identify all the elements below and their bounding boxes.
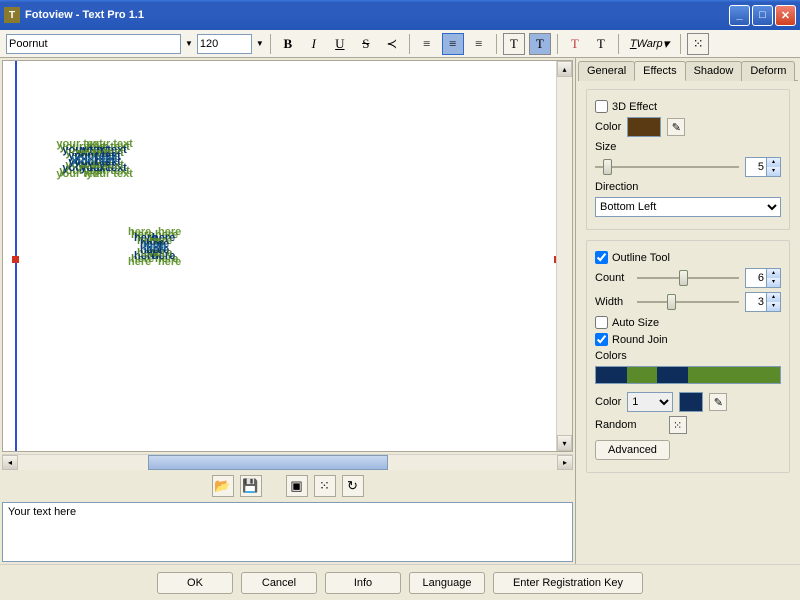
ok-button[interactable]: OK (157, 572, 233, 594)
dice-button[interactable]: ⁙ (687, 33, 709, 55)
colors-label: Colors (595, 350, 627, 362)
register-button[interactable]: Enter Registration Key (493, 572, 643, 594)
text-bg-button[interactable]: T (590, 33, 612, 55)
outline-width-label: Width (595, 296, 631, 308)
text-box1-button[interactable]: T (503, 33, 525, 55)
3d-size-label: Size (595, 141, 616, 153)
text-line-2: here (143, 241, 166, 253)
roundjoin-checkbox[interactable] (595, 333, 608, 346)
text-color-button[interactable]: T (564, 33, 586, 55)
outline-color-index[interactable]: 1 (627, 392, 673, 412)
language-button[interactable]: Language (409, 572, 485, 594)
random-icon[interactable]: ⁙ (314, 475, 336, 497)
random-label: Random (595, 419, 637, 431)
3d-color-swatch[interactable] (627, 117, 661, 137)
italic-button[interactable]: I (303, 33, 325, 55)
tab-deform[interactable]: Deform (741, 61, 795, 81)
eyedropper-icon[interactable]: ✎ (709, 393, 727, 411)
outline-count-slider[interactable] (637, 268, 739, 288)
close-button[interactable]: ✕ (775, 5, 796, 26)
3d-direction-label: Direction (595, 181, 638, 193)
panel-tabs: General Effects Shadow Deform (578, 60, 798, 81)
tab-general[interactable]: General (578, 61, 635, 81)
format-toolbar: ▼ ▼ B I U S ≺ ≡ ≡ ≡ T T T T T Warp ▾ ⁙ (0, 30, 800, 58)
eyedropper-icon[interactable]: ✎ (667, 118, 685, 136)
align-center-button[interactable]: ≡ (442, 33, 464, 55)
app-icon: T (4, 7, 20, 23)
slant-button[interactable]: ≺ (381, 33, 403, 55)
minimize-button[interactable]: _ (729, 5, 750, 26)
bold-button[interactable]: B (277, 33, 299, 55)
dice-icon[interactable]: ⁙ (669, 416, 687, 434)
maximize-button[interactable]: □ (752, 5, 773, 26)
3d-size-spin[interactable]: ▴▾ (745, 157, 781, 177)
3d-color-label: Color (595, 121, 621, 133)
3d-effect-label: 3D Effect (612, 101, 657, 113)
strike-button[interactable]: S (355, 33, 377, 55)
align-left-button[interactable]: ≡ (416, 33, 438, 55)
refresh-icon[interactable]: ↻ (342, 475, 364, 497)
titlebar: T Fotoview - Text Pro 1.1 _ □ ✕ (0, 0, 800, 30)
text-line-1: your text (71, 153, 117, 165)
group-3d-effect: 3D Effect Color ✎ Size ▴▾ Direction Bott… (586, 89, 790, 230)
3d-direction-select[interactable]: Bottom Left (595, 197, 781, 217)
outline-width-spin[interactable]: ▴▾ (745, 292, 781, 312)
canvas-toolbar: 📂 💾 ▣ ⁙ ↻ (0, 472, 575, 500)
horizontal-scrollbar[interactable]: ◂ ▸ (2, 454, 573, 470)
styled-text[interactable]: your text here (23, 91, 166, 267)
text-input[interactable]: Your text here (2, 502, 573, 562)
underline-button[interactable]: U (329, 33, 351, 55)
vertical-scrollbar[interactable]: ▴ ▾ (556, 61, 572, 451)
dialog-buttons: OK Cancel Info Language Enter Registrati… (0, 564, 800, 600)
outline-color-swatch[interactable] (679, 392, 703, 412)
align-right-button[interactable]: ≡ (468, 33, 490, 55)
font-size-select[interactable] (197, 34, 252, 54)
font-select[interactable] (6, 34, 181, 54)
open-icon[interactable]: 📂 (212, 475, 234, 497)
3d-size-slider[interactable] (595, 157, 739, 177)
roundjoin-label: Round Join (612, 334, 668, 346)
window-title: Fotoview - Text Pro 1.1 (25, 9, 729, 21)
cancel-button[interactable]: Cancel (241, 572, 317, 594)
outline-checkbox[interactable] (595, 251, 608, 264)
fit-icon[interactable]: ▣ (286, 475, 308, 497)
tab-effects[interactable]: Effects (634, 61, 685, 81)
autosize-label: Auto Size (612, 317, 659, 329)
advanced-button[interactable]: Advanced (595, 440, 670, 460)
text-box2-button[interactable]: T (529, 33, 551, 55)
warp-button[interactable]: T Warp ▾ (625, 33, 674, 55)
outline-color-label: Color (595, 396, 621, 408)
outline-count-label: Count (595, 272, 631, 284)
color-strip[interactable] (595, 366, 781, 384)
save-icon[interactable]: 💾 (240, 475, 262, 497)
handle-left[interactable] (12, 256, 19, 263)
group-outline: Outline Tool Count ▴▾ Width ▴▾ Auto Size (586, 240, 790, 473)
outline-label: Outline Tool (612, 252, 670, 264)
canvas[interactable]: your text here ▴ ▾ (2, 60, 573, 452)
tab-shadow[interactable]: Shadow (685, 61, 743, 81)
autosize-checkbox[interactable] (595, 316, 608, 329)
3d-effect-checkbox[interactable] (595, 100, 608, 113)
outline-count-spin[interactable]: ▴▾ (745, 268, 781, 288)
outline-width-slider[interactable] (637, 292, 739, 312)
info-button[interactable]: Info (325, 572, 401, 594)
